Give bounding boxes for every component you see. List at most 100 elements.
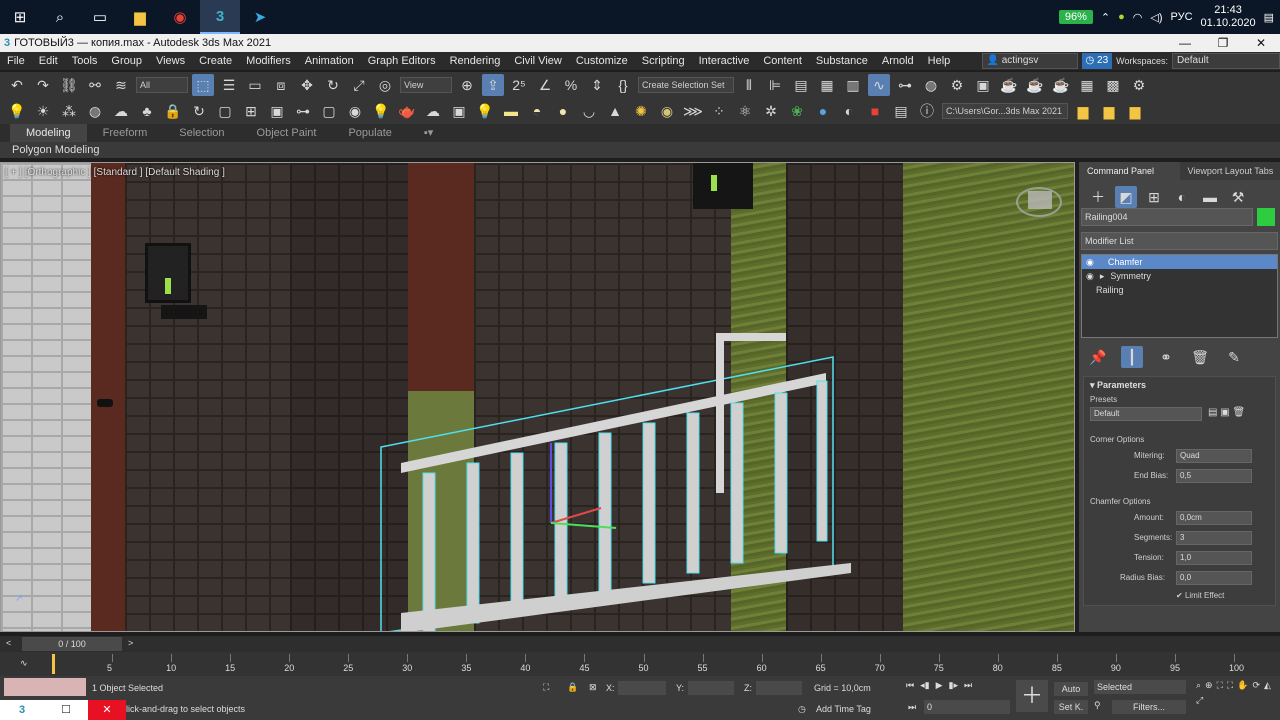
minimize-button[interactable]: — [1166,34,1204,52]
notifications-badge[interactable]: ◷ 23 [1081,53,1113,69]
rotate-icon[interactable]: ↻ [322,74,344,96]
end-bias-spinner[interactable]: 0,5 [1176,469,1252,483]
pan-icon[interactable]: ✋ [1237,680,1248,691]
selection-lock-icon[interactable]: 🔒 [567,682,578,693]
rect-selection-icon[interactable]: ▭ [244,74,266,96]
crosshair-icon[interactable]: ⊞ [240,100,262,122]
scene-explorer-icon[interactable]: ▦ [816,74,838,96]
menu-graph-editors[interactable]: Graph Editors [361,55,443,67]
refresh-icon[interactable]: ↻ [188,100,210,122]
material-icon[interactable]: ◍ [84,100,106,122]
play-button[interactable]: ▶ [936,680,943,691]
stack-item-symmetry[interactable]: ◉ ▸ Symmetry [1082,269,1277,283]
windows-start-icon[interactable]: ⊞ [0,0,40,34]
menu-tools[interactable]: Tools [65,55,105,67]
key-selected-dropdown[interactable]: Selected [1094,680,1186,694]
next-key-button[interactable]: ▮▸ [949,680,958,691]
viewport-orthographic[interactable]: [ + ] [Orthographic ] [Standard ] [Defau… [0,162,1075,632]
fov-icon[interactable]: ◭ [1264,680,1271,691]
cone-icon[interactable]: ▲ [604,100,626,122]
remove-modifier-icon[interactable]: 🗑 [1189,346,1211,368]
menu-views[interactable]: Views [149,55,192,67]
folder-settings-icon[interactable]: ▆ [1124,100,1146,122]
file-explorer-icon[interactable]: ▆ [120,0,160,34]
menu-animation[interactable]: Animation [298,55,361,67]
select-by-name-icon[interactable]: ☰ [218,74,240,96]
make-unique-icon[interactable]: ⚭ [1155,346,1177,368]
create-tab-icon[interactable]: ＋ [1087,186,1109,208]
particles-icon[interactable]: ⁂ [58,100,80,122]
menu-interactive[interactable]: Interactive [692,55,757,67]
select-object-icon[interactable]: ⬚ [192,74,214,96]
viewport-tools-icon[interactable]: ▩ [1102,74,1124,96]
ball-icon[interactable]: ● [812,100,834,122]
lamp-icon[interactable]: 💡 [474,100,496,122]
menu-civil-view[interactable]: Civil View [507,55,568,67]
battery-indicator[interactable]: 96% [1058,10,1093,24]
set-key-button[interactable]: Set K. [1054,700,1088,714]
lightbulb-icon[interactable]: 💡 [370,100,392,122]
spinner-snap-icon[interactable]: ⇕ [586,74,608,96]
scale-icon[interactable]: ⤢ [348,74,370,96]
tab-command-panel[interactable]: Command Panel [1079,162,1180,180]
hierarchy-tab-icon[interactable]: ⊞ [1143,186,1165,208]
tab-modeling[interactable]: Modeling [10,124,87,142]
project-path-dropdown[interactable]: C:\Users\Gor...3ds Max 2021 [942,103,1068,119]
frame-icon[interactable]: ▣ [266,100,288,122]
menu-file[interactable]: File [0,55,32,67]
select-manipulate-icon[interactable]: ⇪ [482,74,504,96]
dome-icon[interactable]: ◓ [526,100,548,122]
time-tag-icon[interactable]: ◷ [798,704,806,715]
a360-render-icon[interactable]: ▦ [1076,74,1098,96]
tab-viewport-layout[interactable]: Viewport Layout Tabs [1180,162,1280,180]
workspace-dropdown[interactable]: Default [1172,53,1280,69]
cloud-outline-icon[interactable]: ☁ [422,100,444,122]
light-icon[interactable]: 💡 [6,100,28,122]
render-settings-icon[interactable]: ⚙ [1128,74,1150,96]
radius-bias-spinner[interactable]: 0,0 [1176,571,1252,585]
redo-icon[interactable]: ↷ [32,74,54,96]
stack-item-railing[interactable]: Railing [1082,283,1277,297]
arnold-render-icon[interactable]: ☕ [1050,74,1072,96]
auto-key-button[interactable]: Auto [1054,682,1088,696]
menu-edit[interactable]: Edit [32,55,65,67]
close-button[interactable]: ✕ [1242,34,1280,52]
zoom-icon[interactable]: ⌕ [1196,680,1201,691]
mitering-dropdown[interactable]: Quad [1176,449,1252,463]
segments-spinner[interactable]: 3 [1176,531,1252,545]
max-thumb-icon[interactable]: 3 [0,700,44,720]
time-cursor[interactable] [52,654,55,674]
zoom-extents-all-icon[interactable]: ⛶ [1227,680,1233,691]
configure-sets-icon[interactable]: ✎ [1223,346,1245,368]
viewport-label[interactable]: [ + ] [Orthographic ] [Standard ] [Defau… [5,167,225,178]
move-icon[interactable]: ✥ [296,74,318,96]
teapot-icon[interactable]: 🫖 [396,100,418,122]
frame-counter[interactable]: 0 / 100 [22,637,122,651]
tab-freeform[interactable]: Freeform [87,124,164,142]
telegram-icon[interactable]: ➤ [240,0,280,34]
mirror-icon[interactable]: ⫴ [738,74,760,96]
time-slider[interactable]: < 0 / 100 > [0,636,1280,652]
expand-arrow-icon[interactable]: ▸ [1100,269,1105,283]
sphere-material-icon[interactable]: ◐ [838,100,860,122]
menu-scripting[interactable]: Scripting [635,55,692,67]
modify-tab-icon[interactable]: ◩ [1115,186,1137,208]
material-editor-icon[interactable]: ◍ [920,74,942,96]
key-mode-icon[interactable]: ⏭ [908,702,916,713]
gear-icon[interactable]: ✲ [760,100,782,122]
eye-icon[interactable]: ◉ [1086,269,1094,283]
close-thumb-icon[interactable]: ✕ [88,700,126,720]
limit-effect-checkbox[interactable]: ✔ Limit Effect [1176,591,1224,600]
go-end-button[interactable]: ⏭ [964,680,972,691]
render-icon[interactable]: ☕ [998,74,1020,96]
doc-icon[interactable]: ▤ [890,100,912,122]
link-icon[interactable]: ⛓ [58,74,80,96]
task-view-icon[interactable]: ▭ [80,0,120,34]
align-icon[interactable]: ⊫ [764,74,786,96]
angle-snap-icon[interactable]: ∠ [534,74,556,96]
square-icon[interactable]: ▢ [318,100,340,122]
go-start-button[interactable]: ⏮ [906,680,914,691]
eye-icon[interactable]: ◉ [1086,255,1094,269]
cloud-icon[interactable]: ☁ [110,100,132,122]
menu-modifiers[interactable]: Modifiers [239,55,298,67]
